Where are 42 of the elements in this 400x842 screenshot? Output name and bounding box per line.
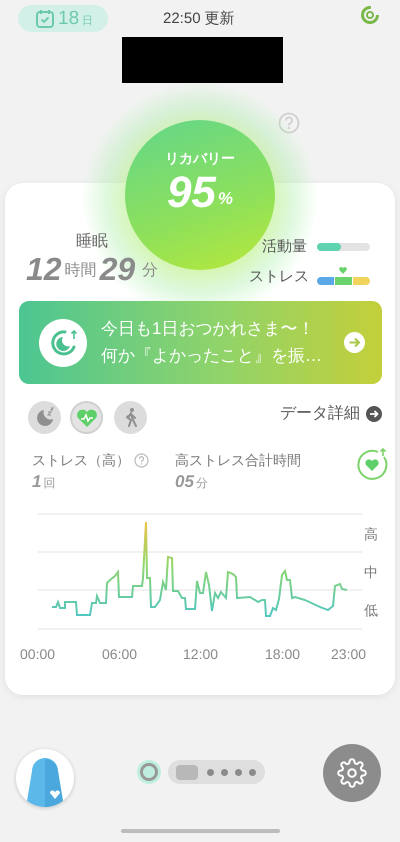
data-details-link[interactable]: データ詳細	[280, 402, 382, 426]
help-icon[interactable]	[134, 453, 149, 468]
banner-text: 何か『よかったこと』を振…	[101, 345, 322, 367]
stress-bar	[317, 277, 370, 285]
help-icon[interactable]	[278, 112, 300, 134]
banner-text: 今日も1日おつかれさま〜！	[101, 318, 314, 340]
activity-label: 活動量	[262, 237, 307, 257]
stat-label: 高ストレス合計時間	[175, 451, 301, 470]
update-time: 22:50 更新	[163, 9, 235, 29]
heart-ring-icon[interactable]	[355, 447, 389, 481]
stat-value: 1	[32, 472, 42, 492]
axis-label: 低	[364, 603, 378, 617]
axis-label: 12:00	[183, 645, 218, 664]
moon-icon	[34, 407, 54, 428]
axis-label: 18:00	[265, 645, 300, 664]
heart-icon	[76, 407, 96, 428]
stat-unit: 回	[43, 475, 56, 492]
calendar-icon	[35, 8, 55, 28]
axis-label: 中	[364, 565, 378, 579]
stress-label: ストレス	[249, 267, 309, 287]
percent-unit: %	[218, 188, 234, 210]
heart-marker-icon	[339, 267, 347, 274]
sleep-minutes: 29	[100, 250, 136, 288]
hours-unit: 時間	[64, 260, 97, 281]
sleep-label: 睡眠	[76, 232, 108, 252]
axis-label: 00:00	[20, 645, 56, 664]
stat-value: 05	[175, 472, 194, 492]
date-button[interactable]: 18 日	[18, 5, 108, 32]
recovery-label: リカバリー	[165, 149, 235, 168]
ring-icon[interactable]	[136, 759, 162, 785]
stat-label: ストレス（高）	[32, 451, 130, 470]
ring-icon[interactable]	[360, 5, 380, 25]
minutes-unit: 分	[142, 261, 158, 281]
sleep-hours: 12	[26, 250, 62, 288]
axis-label: 高	[364, 527, 378, 541]
settings-icon	[337, 758, 367, 788]
axis-label: 23:00	[331, 645, 366, 664]
recovery-value: 95	[166, 167, 216, 219]
axis-label: 06:00	[102, 645, 138, 664]
stat-unit: 分	[196, 475, 208, 492]
message-banner[interactable]: 今日も1日おつかれさま〜！ 何か『よかったこと』を振…	[19, 301, 382, 384]
avatar-button[interactable]	[16, 749, 74, 807]
